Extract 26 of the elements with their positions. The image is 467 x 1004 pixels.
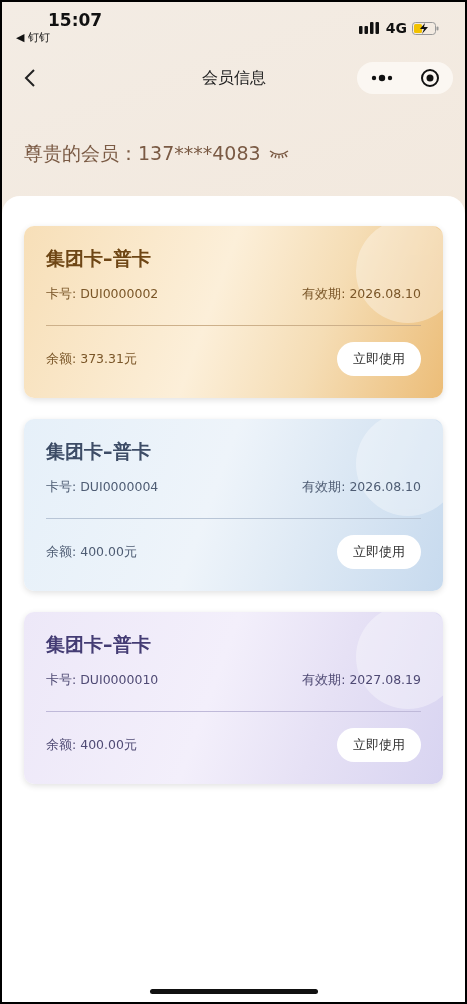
card-number: 卡号: DUI0000004 <box>46 479 159 496</box>
page-title: 会员信息 <box>201 67 266 89</box>
close-program-icon[interactable] <box>419 68 440 88</box>
network-type: 4G <box>385 20 407 36</box>
signal-icon <box>358 22 381 34</box>
member-phone: 尊贵的会员：137****4083 <box>24 141 261 166</box>
card-title: 集团卡–普卡 <box>46 439 151 464</box>
expiry-date: 有效期: 2027.08.19 <box>302 672 421 689</box>
back-icon[interactable] <box>24 68 36 88</box>
expiry-date: 有效期: 2026.08.10 <box>302 479 421 496</box>
use-now-button[interactable]: 立即使用 <box>337 728 421 762</box>
card-balance: 余额: 400.00元 <box>46 736 137 754</box>
use-now-button[interactable]: 立即使用 <box>337 535 421 569</box>
expiry-date: 有效期: 2026.08.10 <box>302 286 421 303</box>
card-title: 集团卡–普卡 <box>46 632 151 657</box>
more-icon[interactable] <box>370 74 393 82</box>
card-balance: 余额: 400.00元 <box>46 543 137 561</box>
card-number: 卡号: DUI0000002 <box>46 286 159 303</box>
closed-eye-icon[interactable] <box>268 149 289 159</box>
battery-charging-icon <box>412 21 439 35</box>
card-number: 卡号: DUI0000010 <box>46 672 159 689</box>
status-time: 15:07 <box>48 10 103 30</box>
use-now-button[interactable]: 立即使用 <box>337 342 421 376</box>
back-to-app-link[interactable]: ◀ 钉钉 <box>16 30 103 45</box>
card-balance: 余额: 373.31元 <box>46 350 137 368</box>
card-title: 集团卡–普卡 <box>46 246 151 271</box>
